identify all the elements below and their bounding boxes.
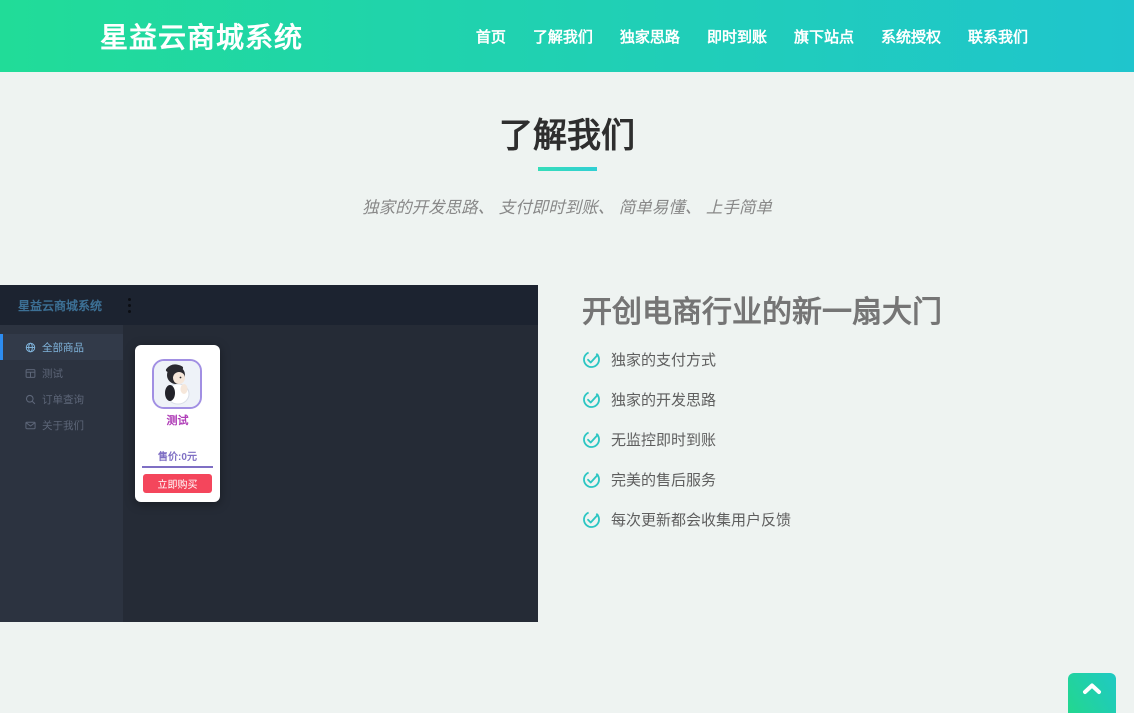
chevron-up-icon bbox=[1082, 682, 1102, 695]
sidebar-item-test: 测试 bbox=[0, 360, 123, 386]
feature-heading: 开创电商行业的新一扇大门 bbox=[582, 287, 942, 331]
main-nav: 首页 了解我们 独家思路 即时到账 旗下站点 系统授权 联系我们 bbox=[476, 0, 1028, 72]
sidebar-item-order-query: 订单查询 bbox=[0, 386, 123, 412]
admin-sidebar: 全部商品 测试 订单查询 关于我们 bbox=[0, 325, 123, 622]
globe-icon bbox=[25, 342, 36, 353]
feature-item: 完美的售后服务 bbox=[582, 468, 791, 490]
sidebar-item-label: 关于我们 bbox=[42, 418, 84, 433]
feature-label: 完美的售后服务 bbox=[611, 469, 716, 490]
check-circle-icon bbox=[582, 350, 601, 369]
page-subtitle: 独家的开发思路、 支付即时到账、 简单易懂、 上手简单 bbox=[0, 194, 1134, 218]
buy-now-button: 立即购买 bbox=[143, 474, 212, 493]
product-image bbox=[152, 359, 202, 409]
product-card: 测试 售价:0元 立即购买 bbox=[135, 345, 220, 502]
check-circle-icon bbox=[582, 390, 601, 409]
feature-item: 独家的开发思路 bbox=[582, 388, 791, 410]
admin-screenshot: 星益云商城系统 全部商品 测试 订单查询 bbox=[0, 285, 538, 622]
nav-item-instant-pay[interactable]: 即时到账 bbox=[707, 26, 767, 47]
nav-item-license[interactable]: 系统授权 bbox=[881, 26, 941, 47]
sidebar-item-label: 订单查询 bbox=[42, 392, 84, 407]
feature-label: 每次更新都会收集用户反馈 bbox=[611, 509, 791, 530]
grid-icon bbox=[25, 368, 36, 379]
search-icon bbox=[25, 394, 36, 405]
admin-brand-title: 星益云商城系统 bbox=[18, 297, 102, 314]
feature-label: 独家的开发思路 bbox=[611, 389, 716, 410]
page-title: 了解我们 bbox=[0, 108, 1134, 157]
feature-item: 独家的支付方式 bbox=[582, 348, 791, 370]
sidebar-item-about-us: 关于我们 bbox=[0, 412, 123, 438]
feature-label: 无监控即时到账 bbox=[611, 429, 716, 450]
product-name: 测试 bbox=[135, 412, 220, 428]
admin-menu: 全部商品 测试 订单查询 关于我们 bbox=[0, 334, 123, 438]
site-logo-title[interactable]: 星益云商城系统 bbox=[100, 16, 303, 56]
feature-label: 独家的支付方式 bbox=[611, 349, 716, 370]
check-circle-icon bbox=[582, 510, 601, 529]
admin-topbar: 星益云商城系统 bbox=[0, 285, 538, 325]
sidebar-item-all-products: 全部商品 bbox=[0, 334, 123, 360]
back-to-top-button[interactable] bbox=[1068, 673, 1116, 713]
check-circle-icon bbox=[582, 430, 601, 449]
sidebar-item-label: 测试 bbox=[42, 366, 63, 381]
site-header: 星益云商城系统 首页 了解我们 独家思路 即时到账 旗下站点 系统授权 联系我们 bbox=[0, 0, 1134, 72]
card-divider bbox=[142, 466, 213, 468]
product-price: 售价:0元 bbox=[135, 448, 220, 463]
feature-item: 无监控即时到账 bbox=[582, 428, 791, 450]
title-divider bbox=[538, 167, 597, 171]
nav-item-sites[interactable]: 旗下站点 bbox=[794, 26, 854, 47]
check-circle-icon bbox=[582, 470, 601, 489]
nav-item-about[interactable]: 了解我们 bbox=[533, 26, 593, 47]
nav-item-home[interactable]: 首页 bbox=[476, 26, 506, 47]
nav-item-ideas[interactable]: 独家思路 bbox=[620, 26, 680, 47]
sidebar-item-label: 全部商品 bbox=[42, 340, 84, 355]
feature-list: 独家的支付方式 独家的开发思路 无监控即时到账 完美的售后服务 每次更新都会收集… bbox=[582, 348, 791, 548]
nav-item-contact[interactable]: 联系我们 bbox=[968, 26, 1028, 47]
mail-icon bbox=[25, 420, 36, 431]
feature-item: 每次更新都会收集用户反馈 bbox=[582, 508, 791, 530]
kebab-menu-icon bbox=[128, 298, 131, 313]
